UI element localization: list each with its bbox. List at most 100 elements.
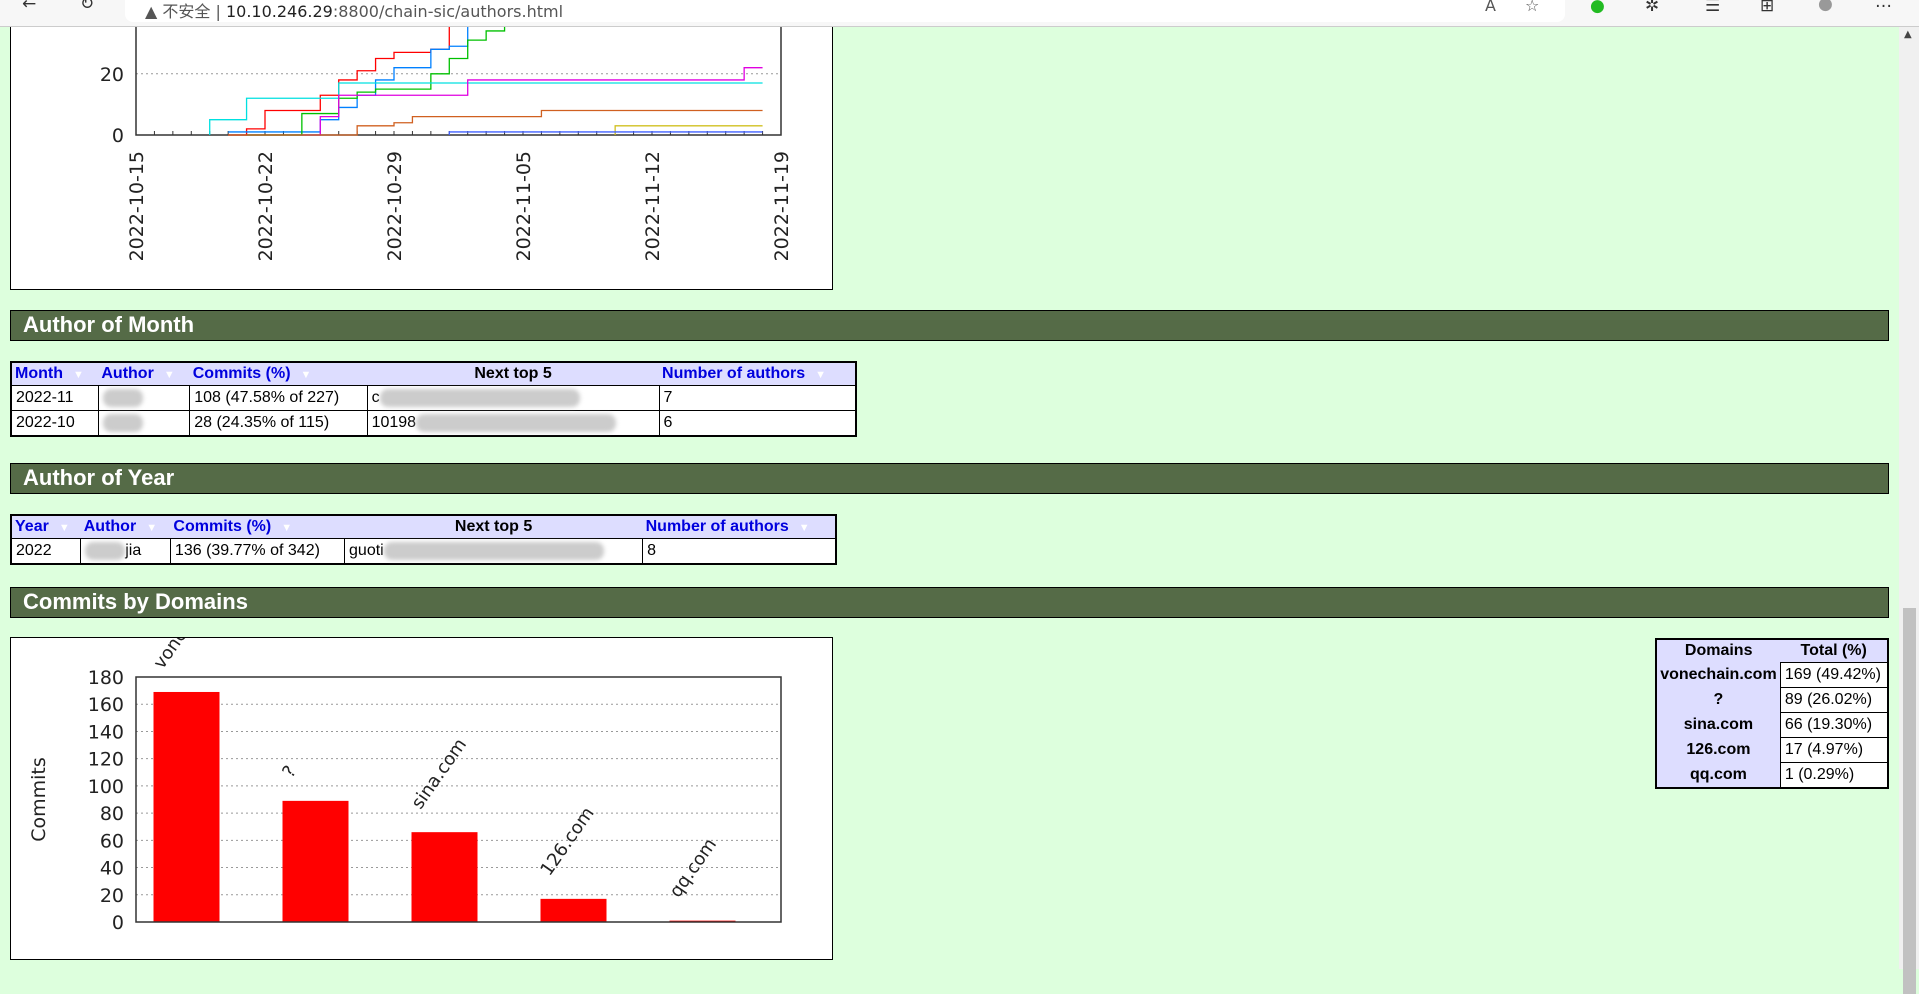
domain-name: vonechain.com xyxy=(1656,662,1781,688)
y-tick-label: 0 xyxy=(112,125,124,147)
column-header-commits-[interactable]: Commits (%) ▼ xyxy=(170,515,345,539)
read-aloud-icon[interactable]: A xyxy=(1485,0,1496,15)
cell-text: 10198 xyxy=(371,414,417,432)
header-label: Next top 5 xyxy=(454,518,533,535)
table-cell: 8 xyxy=(642,538,837,565)
column-header-author[interactable]: Author ▼ xyxy=(80,515,171,539)
vertical-scrollbar[interactable]: ▲ xyxy=(1899,27,1919,994)
bar-label: 126.com xyxy=(536,803,598,879)
series-line xyxy=(301,67,763,136)
cell-text: 108 (47.58% of 227) xyxy=(194,389,340,407)
sort-arrow-icon[interactable]: ▼ xyxy=(164,369,175,381)
x-tick-label: 2022-11-19 xyxy=(771,151,793,261)
domain-total: 17 (4.97%) xyxy=(1779,737,1889,763)
collections-icon[interactable]: ⊞ xyxy=(1760,0,1774,16)
commits-by-domains-chart: 0 20 40 60 80 100 120 140 160 180 Commits vonechain… xyxy=(10,580,833,960)
domain-row: sina.com 66 (19.30%) xyxy=(1656,712,1889,738)
author-of-year-table: Year ▼ Author ▼ Commits (%) ▼ Next top 5 Number… xyxy=(10,514,837,566)
security-label: 不安全 xyxy=(162,2,211,21)
domain-name: ? xyxy=(1656,687,1781,713)
series-line xyxy=(209,82,763,135)
browser-toolbar: ← ↻ ▲ 不安全 | 10.10.246.29:8800/chain-sic/… xyxy=(0,0,1919,27)
table-cell: 28 (24.35% of 115) xyxy=(189,410,368,437)
y-tick-label: 140 xyxy=(88,721,124,743)
table-cell xyxy=(97,384,191,412)
bar-chart-svg: 0 20 40 60 80 100 120 140 160 180 Commits vonechain… xyxy=(28,580,782,934)
warning-icon: ▲ xyxy=(145,2,158,21)
cell-text: 28 (24.35% of 115) xyxy=(194,414,330,432)
table-row: 2022-11 108 (47.58% of 227) c 7 xyxy=(10,384,857,412)
table-row: 2022 jia 136 (39.77% of 342) guoti 8 xyxy=(10,538,837,565)
scrollbar-thumb[interactable] xyxy=(1903,608,1916,994)
refresh-icon[interactable]: ↻ xyxy=(80,0,94,14)
profile-avatar[interactable]: ● xyxy=(1818,0,1833,14)
redacted-blur xyxy=(85,542,126,560)
sort-arrow-icon[interactable]: ▼ xyxy=(281,522,292,534)
domain-total: 1 (0.29%) xyxy=(1779,762,1889,789)
back-icon[interactable]: ← xyxy=(22,0,36,14)
column-header-year[interactable]: Year ▼ xyxy=(11,515,81,539)
more-icon[interactable]: … xyxy=(1875,0,1892,12)
table-cell: jia xyxy=(80,538,171,565)
sort-arrow-icon[interactable]: ▼ xyxy=(73,369,84,381)
bar xyxy=(411,832,478,922)
url-path: :8800/chain-sic/authors.html xyxy=(332,2,564,21)
table-cell: guoti xyxy=(344,538,644,565)
table-cell: c xyxy=(366,384,660,412)
sort-arrow-icon[interactable]: ▼ xyxy=(59,522,70,534)
column-header-commits-[interactable]: Commits (%) ▼ xyxy=(189,362,368,386)
domains-table: Domains Total (%) vonechain.com 169 (49.42… xyxy=(1655,638,1889,789)
sort-arrow-icon[interactable]: ▼ xyxy=(146,522,157,534)
header-label: Commits (%) xyxy=(173,518,272,535)
x-tick-label: 2022-11-05 xyxy=(513,151,535,261)
column-header-number-of-authors[interactable]: Number of authors ▼ xyxy=(642,515,836,539)
url-host: 10.10.246.29 xyxy=(225,2,333,21)
table-cell: 108 (47.58% of 227) xyxy=(189,384,368,412)
bar xyxy=(153,691,220,922)
column-header-month[interactable]: Month ▼ xyxy=(11,362,99,386)
y-tick-label: 20 xyxy=(100,64,124,86)
add-favorite-icon[interactable]: ☆ xyxy=(1525,0,1539,15)
commits-by-author-chart: 0 20 2022-10-15 2022-10-22 2022-10-29 2022-11… xyxy=(10,0,833,290)
cell-text: 7 xyxy=(663,389,673,407)
favorites-icon[interactable]: ☰ xyxy=(1705,0,1720,16)
table-cell: 136 (39.77% of 342) xyxy=(169,538,346,565)
table-row: 2022-10 28 (24.35% of 115) 10198 6 xyxy=(10,410,857,437)
extension-icon[interactable]: ● xyxy=(1590,0,1605,16)
address-bar[interactable]: ▲ 不安全 | 10.10.246.29:8800/chain-sic/auth… xyxy=(125,0,1565,22)
redacted-blur xyxy=(102,389,143,407)
redacted-blur xyxy=(102,414,143,433)
table-cell: 2022-11 xyxy=(10,384,99,412)
header-label: Author xyxy=(101,365,154,382)
domain-row: vonechain.com 169 (49.42%) xyxy=(1656,662,1889,688)
header-label: Next top 5 xyxy=(474,365,552,382)
y-tick-label: 180 xyxy=(88,667,124,689)
sort-arrow-icon[interactable]: ▼ xyxy=(799,522,810,534)
table-cell: 6 xyxy=(658,410,857,437)
scroll-up-icon[interactable]: ▲ xyxy=(1904,29,1912,40)
extensions-icon[interactable]: ✲ xyxy=(1645,0,1659,16)
domain-total: 66 (19.30%) xyxy=(1779,712,1889,738)
header-label: Author xyxy=(83,518,137,535)
line-chart-svg: 0 20 2022-10-15 2022-10-22 2022-10-29 2022-11… xyxy=(100,0,793,261)
sort-arrow-icon[interactable]: ▼ xyxy=(301,369,312,381)
header-domains: Domains xyxy=(1656,639,1781,663)
cell-text: 8 xyxy=(647,542,657,560)
y-tick-label: 120 xyxy=(88,749,124,771)
cell-text: 2022-10 xyxy=(16,414,75,432)
column-header-author[interactable]: Author ▼ xyxy=(98,362,190,386)
sort-arrow-icon[interactable]: ▼ xyxy=(815,369,826,381)
column-header-next-top-5: Next top 5 xyxy=(344,515,643,539)
table-cell: 2022 xyxy=(10,538,82,565)
header-total: Total (%) xyxy=(1780,639,1888,663)
table-cell: 10198 xyxy=(366,410,660,437)
y-axis-label: Commits xyxy=(28,757,50,842)
domain-row: 126.com 17 (4.97%) xyxy=(1656,737,1889,763)
domain-name: sina.com xyxy=(1656,712,1781,738)
domain-row: qq.com 1 (0.29%) xyxy=(1656,762,1889,789)
table-cell: 2022-10 xyxy=(10,410,99,437)
y-tick-label: 40 xyxy=(100,858,124,880)
cell-text: 2022 xyxy=(16,542,52,560)
x-tick-label: 2022-10-29 xyxy=(384,151,406,261)
column-header-number-of-authors[interactable]: Number of authors ▼ xyxy=(659,362,856,386)
